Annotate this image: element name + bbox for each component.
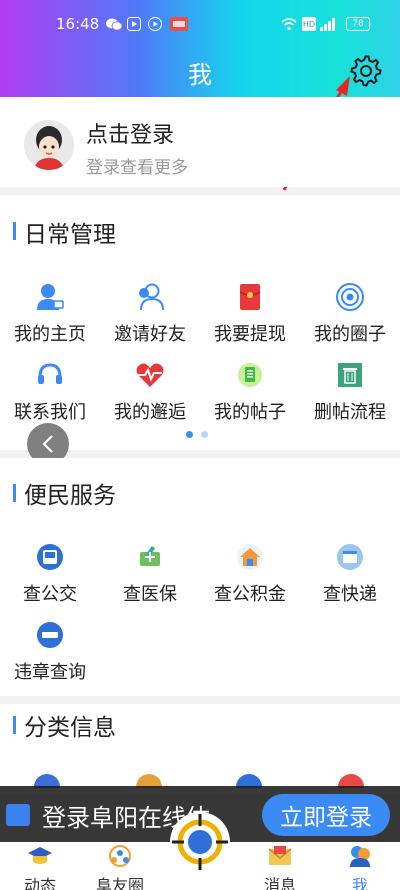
red-envelope-icon <box>235 282 265 312</box>
app-logo-icon <box>6 804 30 826</box>
grid-label: 违章查询 <box>14 662 86 683</box>
express-icon <box>335 542 365 572</box>
signal-icon <box>320 17 336 31</box>
status-bar: 16:48 HD 78 <box>0 0 400 44</box>
page-indicator <box>186 431 208 438</box>
graduation-cap-icon <box>27 844 53 868</box>
grid-label: 查快递 <box>323 584 377 605</box>
wechat-icon <box>106 17 122 31</box>
grid-label: 查公交 <box>23 584 77 605</box>
login-title[interactable]: 点击登录 <box>86 117 174 149</box>
grid-item-violation[interactable]: 违章查询 <box>0 620 100 684</box>
status-time: 16:48 <box>56 15 100 33</box>
grid-item-withdraw[interactable]: 我要提现 <box>200 282 300 346</box>
video-app-icon <box>127 17 141 31</box>
medical-insurance-icon <box>135 542 165 572</box>
grid-item-express[interactable]: 查快递 <box>300 542 400 606</box>
circle-target-icon <box>335 282 365 312</box>
avatar[interactable] <box>24 120 74 170</box>
violation-icon <box>35 620 65 650</box>
profile-icon <box>347 844 373 868</box>
grid-item-delete-process[interactable]: 删帖流程 <box>300 360 400 424</box>
heartbeat-icon <box>135 360 165 390</box>
chevron-left-icon <box>42 435 53 453</box>
grid-label: 我的邂逅 <box>114 402 186 423</box>
grid-label: 删帖流程 <box>314 402 386 423</box>
grid-label: 查公积金 <box>214 584 286 605</box>
red-app-icon <box>170 17 188 31</box>
grid-label: 我的帖子 <box>214 402 286 423</box>
grid-item-bus[interactable]: 查公交 <box>0 542 100 606</box>
login-now-button[interactable]: 立即登录 <box>262 794 390 836</box>
section-heading: 分类信息 <box>24 715 116 741</box>
grid-label: 我的圈子 <box>314 324 386 345</box>
nav-label: 动态 <box>23 876 56 890</box>
grid-item-my-encounter[interactable]: 我的邂逅 <box>100 360 200 424</box>
target-center-icon <box>172 814 228 870</box>
login-subtitle: 登录查看更多 <box>86 158 188 178</box>
profile-card[interactable] <box>0 97 400 187</box>
section-heading: 便民服务 <box>24 483 116 509</box>
grid-item-my-circle[interactable]: 我的圈子 <box>300 282 400 346</box>
nav-label: 消息 <box>263 876 296 890</box>
trash-icon <box>335 360 365 390</box>
grid-item-contact-us[interactable]: 联系我们 <box>0 360 100 424</box>
section-accent-bar <box>13 484 16 502</box>
nav-label: 我 <box>351 876 368 890</box>
nav-label: 阜友圈 <box>95 876 144 890</box>
page-dot-active <box>186 431 193 438</box>
grid-item-housing-fund[interactable]: 查公积金 <box>200 542 300 606</box>
section-accent-bar <box>13 716 16 734</box>
user-home-icon <box>35 282 65 312</box>
invite-friends-icon <box>135 282 165 312</box>
grid-label: 邀请好友 <box>114 324 186 345</box>
grid-item-my-home[interactable]: 我的主页 <box>0 282 100 346</box>
post-icon <box>235 360 265 390</box>
friends-circle-icon <box>107 844 133 868</box>
nav-center-button[interactable] <box>170 812 230 872</box>
grid-item-my-posts[interactable]: 我的帖子 <box>200 360 300 424</box>
section-accent-bar <box>13 222 16 240</box>
headset-icon <box>35 360 65 390</box>
section-heading: 日常管理 <box>24 222 116 248</box>
grid-label: 我要提现 <box>214 324 286 345</box>
grid-label: 联系我们 <box>14 402 86 423</box>
grid-label: 查医保 <box>123 584 177 605</box>
hd-badge: HD <box>302 17 316 31</box>
grid-label: 我的主页 <box>14 324 86 345</box>
grid-item-medical[interactable]: 查医保 <box>100 542 200 606</box>
mail-icon <box>267 844 293 868</box>
battery-indicator: 78 <box>346 17 370 31</box>
housing-fund-icon <box>235 542 265 572</box>
bus-icon <box>35 542 65 572</box>
play-app-icon <box>148 17 162 31</box>
wifi-icon <box>281 17 297 31</box>
grid-item-invite-friends[interactable]: 邀请好友 <box>100 282 200 346</box>
page-dot <box>201 431 208 438</box>
